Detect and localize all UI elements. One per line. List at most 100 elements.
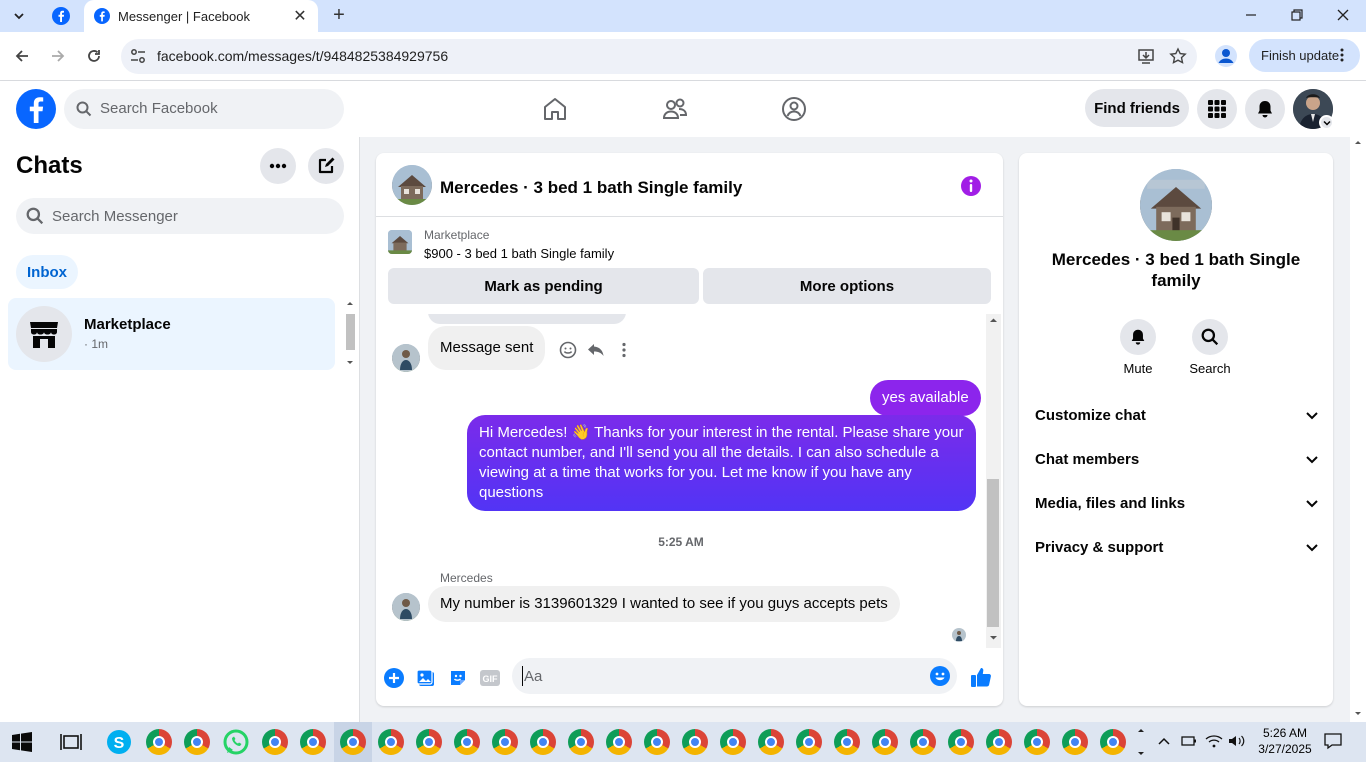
chrome-taskbar-icon[interactable]: [1100, 729, 1126, 755]
chat-members-section[interactable]: Chat members: [1035, 444, 1319, 474]
restore-icon[interactable]: [1282, 4, 1312, 26]
more-vertical-icon[interactable]: [614, 340, 634, 360]
chrome-taskbar-icon[interactable]: [300, 729, 326, 755]
active-tab[interactable]: Messenger | Facebook ✕: [84, 0, 318, 32]
listing-profile-photo[interactable]: [1140, 169, 1212, 241]
chat-options-button[interactable]: [260, 148, 296, 184]
listing-thumbnail[interactable]: [388, 230, 412, 254]
chrome-taskbar-icon[interactable]: [340, 729, 366, 755]
windows-start-icon[interactable]: [12, 732, 32, 752]
chrome-taskbar-icon[interactable]: [262, 729, 288, 755]
new-message-button[interactable]: [308, 148, 344, 184]
chrome-taskbar-icon[interactable]: [416, 729, 442, 755]
customize-chat-section[interactable]: Customize chat: [1035, 400, 1319, 430]
chrome-taskbar-icon[interactable]: [986, 729, 1012, 755]
system-clock[interactable]: 5:26 AM 3/27/2025: [1254, 725, 1316, 757]
chrome-taskbar-icon[interactable]: [682, 729, 708, 755]
chrome-taskbar-icon[interactable]: [146, 729, 172, 755]
mark-as-pending-button[interactable]: Mark as pending: [388, 268, 699, 304]
gif-icon[interactable]: GIF: [479, 668, 501, 688]
page-scrollbar[interactable]: [1350, 137, 1366, 722]
privacy-support-section[interactable]: Privacy & support: [1035, 532, 1319, 562]
chrome-taskbar-icon[interactable]: [378, 729, 404, 755]
outgoing-message[interactable]: yes available: [870, 380, 981, 416]
chrome-taskbar-icon[interactable]: [454, 729, 480, 755]
reload-icon[interactable]: [82, 44, 106, 68]
chrome-taskbar-icon[interactable]: [834, 729, 860, 755]
chrome-taskbar-icon[interactable]: [796, 729, 822, 755]
sender-avatar[interactable]: [392, 344, 420, 372]
chevron-up-icon[interactable]: [1157, 734, 1171, 748]
taskbar-scroll-icon[interactable]: [1136, 724, 1146, 760]
battery-icon[interactable]: [1181, 734, 1197, 748]
reply-icon[interactable]: [586, 340, 606, 360]
task-view-icon[interactable]: [60, 732, 82, 752]
minimize-icon[interactable]: [1236, 4, 1266, 26]
incoming-message[interactable]: My number is 3139601329 I wanted to see …: [428, 586, 900, 622]
media-files-links-section[interactable]: Media, files and links: [1035, 488, 1319, 518]
photo-icon[interactable]: [416, 668, 436, 688]
close-tab-icon[interactable]: ✕: [290, 6, 310, 26]
sender-avatar[interactable]: [392, 593, 420, 621]
home-icon[interactable]: [541, 95, 569, 123]
chrome-taskbar-icon[interactable]: [720, 729, 746, 755]
inbox-tab[interactable]: Inbox: [16, 255, 78, 289]
chrome-taskbar-icon[interactable]: [758, 729, 784, 755]
thumbs-up-icon[interactable]: [970, 666, 992, 688]
facebook-logo-icon[interactable]: [16, 89, 56, 129]
find-friends-button[interactable]: Find friends: [1085, 89, 1189, 127]
chrome-taskbar-icon[interactable]: [184, 729, 210, 755]
finish-update-button[interactable]: Finish update: [1249, 39, 1360, 72]
bookmark-star-icon[interactable]: [1169, 47, 1187, 65]
pinned-facebook-tab[interactable]: [48, 4, 74, 28]
address-bar[interactable]: facebook.com/messages/t/9484825384929756: [121, 39, 1197, 74]
react-emoji-icon[interactable]: [558, 340, 578, 360]
skype-icon[interactable]: S: [105, 728, 133, 756]
info-icon[interactable]: [960, 175, 982, 197]
profile-icon[interactable]: [1214, 44, 1238, 68]
plus-icon[interactable]: [384, 668, 404, 688]
back-icon[interactable]: [10, 44, 34, 68]
chrome-taskbar-icon[interactable]: [606, 729, 632, 755]
chrome-taskbar-icon[interactable]: [910, 729, 936, 755]
notification-center-icon[interactable]: [1324, 732, 1342, 750]
volume-icon[interactable]: [1228, 734, 1246, 748]
new-tab-icon[interactable]: +: [328, 4, 350, 26]
tab-search-button[interactable]: [6, 3, 32, 29]
notifications-button[interactable]: [1245, 89, 1285, 129]
scrollbar-thumb[interactable]: [987, 479, 999, 627]
window-close-icon[interactable]: [1328, 4, 1358, 26]
more-options-button[interactable]: More options: [703, 268, 991, 304]
wifi-icon[interactable]: [1205, 734, 1223, 748]
friends-icon[interactable]: [661, 95, 689, 123]
chrome-taskbar-icon[interactable]: [948, 729, 974, 755]
listing-avatar[interactable]: [392, 165, 432, 205]
site-info-icon[interactable]: [129, 47, 147, 65]
sticker-icon[interactable]: [448, 668, 468, 688]
emoji-icon[interactable]: [930, 666, 950, 686]
mute-button[interactable]: Mute: [1108, 319, 1168, 376]
scrollbar-thumb[interactable]: [346, 314, 355, 350]
install-app-icon[interactable]: [1137, 47, 1155, 65]
thread-scrollbar[interactable]: [986, 314, 1001, 648]
facebook-search-input[interactable]: Search Facebook: [64, 89, 344, 129]
incoming-message[interactable]: Message sent: [428, 326, 546, 370]
chrome-taskbar-icon[interactable]: [492, 729, 518, 755]
account-chevron-icon[interactable]: [1319, 115, 1334, 130]
messenger-search-input[interactable]: Search Messenger: [16, 198, 344, 234]
outgoing-message[interactable]: Hi Mercedes! 👋 Thanks for your interest …: [467, 415, 976, 511]
chrome-taskbar-icon[interactable]: [1024, 729, 1050, 755]
chrome-taskbar-icon[interactable]: [1062, 729, 1088, 755]
forward-icon[interactable]: [46, 44, 70, 68]
chat-list-scrollbar[interactable]: [343, 298, 357, 369]
chrome-taskbar-icon[interactable]: [644, 729, 670, 755]
search-in-conversation-button[interactable]: Search: [1180, 319, 1240, 376]
groups-icon[interactable]: [780, 95, 808, 123]
chrome-taskbar-icon[interactable]: [872, 729, 898, 755]
chrome-taskbar-icon[interactable]: [530, 729, 556, 755]
whatsapp-icon[interactable]: [222, 728, 250, 756]
chat-list-item[interactable]: Marketplace · 1m: [8, 298, 335, 370]
message-input[interactable]: Aa: [512, 658, 957, 694]
chrome-taskbar-icon[interactable]: [568, 729, 594, 755]
conversation-title[interactable]: Mercedes · 3 bed 1 bath Single family: [440, 178, 742, 198]
